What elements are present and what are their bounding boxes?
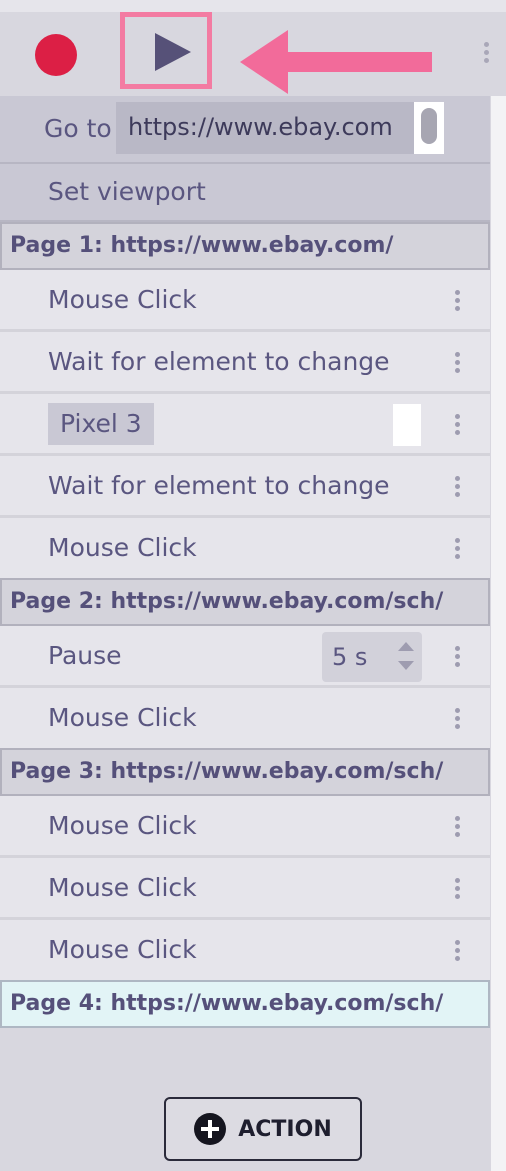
step-mouse-click[interactable]: Mouse Click [0,688,490,748]
page-header-4[interactable]: Page 4: https://www.ebay.com/sch/ [0,980,490,1028]
spin-down-icon[interactable] [398,661,414,670]
step-menu-icon[interactable] [455,538,461,562]
add-action-button[interactable]: ACTION [164,1097,362,1161]
step-menu-icon[interactable] [455,352,461,376]
step-menu-icon[interactable] [455,290,461,314]
scrollbar-track[interactable] [491,96,506,1171]
goto-url-field[interactable]: https://www.ebay.com [116,102,414,154]
step-wait-for-element[interactable]: Wait for element to change [0,456,490,518]
step-wait-for-element[interactable]: Wait for element to change [0,332,490,394]
page-header-1[interactable]: Page 1: https://www.ebay.com/ [0,222,490,270]
step-mouse-click[interactable]: Mouse Click [0,796,490,858]
app-window: Go to https://www.ebay.com Set viewport … [0,0,506,1171]
step-label: Mouse Click [48,703,197,732]
step-menu-icon[interactable] [455,414,461,438]
pixel-chip[interactable]: Pixel 3 [48,403,154,445]
pixel-value-box[interactable] [393,404,421,446]
step-label: Mouse Click [48,935,197,964]
step-menu-icon[interactable] [455,646,461,670]
step-pixel[interactable]: Pixel 3 [0,394,490,456]
pause-duration-input[interactable]: 5 s [322,632,422,682]
step-label: Mouse Click [48,873,197,902]
url-scroll-knob[interactable] [421,108,437,144]
step-label: Wait for element to change [48,471,390,500]
step-set-viewport-label: Set viewport [48,177,206,206]
spin-up-icon[interactable] [398,642,414,651]
plus-circle-icon [194,1113,227,1145]
step-label: Mouse Click [48,285,197,314]
step-pause[interactable]: Pause 5 s [0,626,490,688]
toolbar [0,12,506,96]
step-menu-icon[interactable] [455,940,461,964]
record-icon[interactable] [35,34,77,76]
pause-duration-value: 5 s [332,643,368,671]
step-menu-icon[interactable] [455,816,461,840]
step-set-viewport[interactable]: Set viewport [0,164,490,222]
page-header-3[interactable]: Page 3: https://www.ebay.com/sch/ [0,748,490,796]
play-highlight-frame [120,12,212,89]
steps-list: Go to https://www.ebay.com Set viewport … [0,96,490,1028]
step-mouse-click[interactable]: Mouse Click [0,518,490,578]
page-header-2[interactable]: Page 2: https://www.ebay.com/sch/ [0,578,490,626]
step-label: Mouse Click [48,811,197,840]
step-label: Mouse Click [48,533,197,562]
step-goto-label: Go to [44,114,112,143]
add-action-label: ACTION [238,1116,332,1142]
step-mouse-click[interactable]: Mouse Click [0,858,490,920]
step-mouse-click[interactable]: Mouse Click [0,920,490,980]
step-label: Wait for element to change [48,347,390,376]
step-goto[interactable]: Go to https://www.ebay.com [0,96,490,164]
step-menu-icon[interactable] [455,476,461,500]
play-icon[interactable] [155,33,191,71]
step-menu-icon[interactable] [455,878,461,902]
more-options-icon[interactable] [484,42,490,66]
step-mouse-click[interactable]: Mouse Click [0,270,490,332]
step-label: Pause [48,641,122,670]
arrow-left-icon [240,30,432,94]
step-menu-icon[interactable] [455,708,461,732]
